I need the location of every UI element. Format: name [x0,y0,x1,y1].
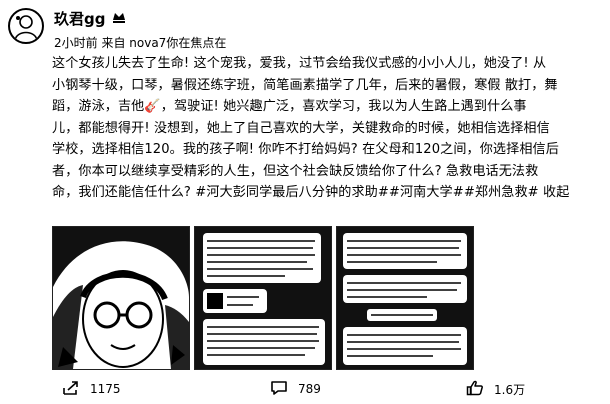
avatar[interactable] [8,8,44,44]
post-line: 蹈，游泳，吉他🎸，驾驶证! 她兴趣广泛，喜欢学习，我以为人生路上遇到什么事 [52,99,527,114]
post-image-photo[interactable] [52,226,190,370]
comment-count: 789 [298,382,321,396]
share-button[interactable]: 1175 [62,380,121,399]
share-icon [62,380,80,399]
author-name-row: 玖君gg [54,8,127,29]
post-image-chat-1[interactable] [194,226,332,370]
author-name[interactable]: 玖君gg [54,8,105,29]
post-time: 2小时前 [54,36,98,50]
comment-icon [270,380,288,399]
post-meta: 2小时前 来自 nova7你在焦点在 [54,34,226,51]
collapse-link[interactable]: 收起 [543,185,569,200]
thumbs-up-icon [466,380,484,399]
verified-badge-icon [111,10,127,28]
share-count: 1175 [90,382,121,396]
post-line: 命，我们还能信任什么? #河大彭同学最后八分钟的求助##河南大学##郑州急救# [52,185,539,200]
post-line: 小钢琴十级，口琴，暑假还练字班，简笔画素描学了几年，后来的暑假，寒假 散打，舞 [52,77,558,93]
comment-button[interactable]: 789 [270,380,321,399]
post-line: 儿，都能想得开! 没想到，她上了自己喜欢的大学，关键救命的时候，她相信选择相信 [52,120,550,136]
post-source: 来自 nova7你在焦点在 [101,36,227,50]
post-line: 这个女孩儿失去了生命! 这个宠我，爱我，过节会给我仪式感的小小人儿，她没了! 从 [52,56,547,71]
image-grid [52,226,474,370]
post-line: 学校，选择相信120。我的孩子啊! 你咋不打给妈妈? 在父母和120之间，你选择… [52,142,559,157]
post-content: 这个女孩儿失去了生命! 这个宠我，爱我，过节会给我仪式感的小小人儿，她没了! 从… [52,53,600,204]
post-line-last: 命，我们还能信任什么? #河大彭同学最后八分钟的求助##河南大学##郑州急救# … [52,182,600,204]
like-count: 1.6万 [494,382,526,397]
post-image-chat-2[interactable] [336,226,474,370]
post-line: 者，你本可以继续享受精彩的人生，但这个社会缺反馈给你了什么? 急救电话无法救 [52,163,539,179]
action-bar: 1175 789 1.6万 [0,374,610,404]
like-button[interactable]: 1.6万 [466,380,525,399]
